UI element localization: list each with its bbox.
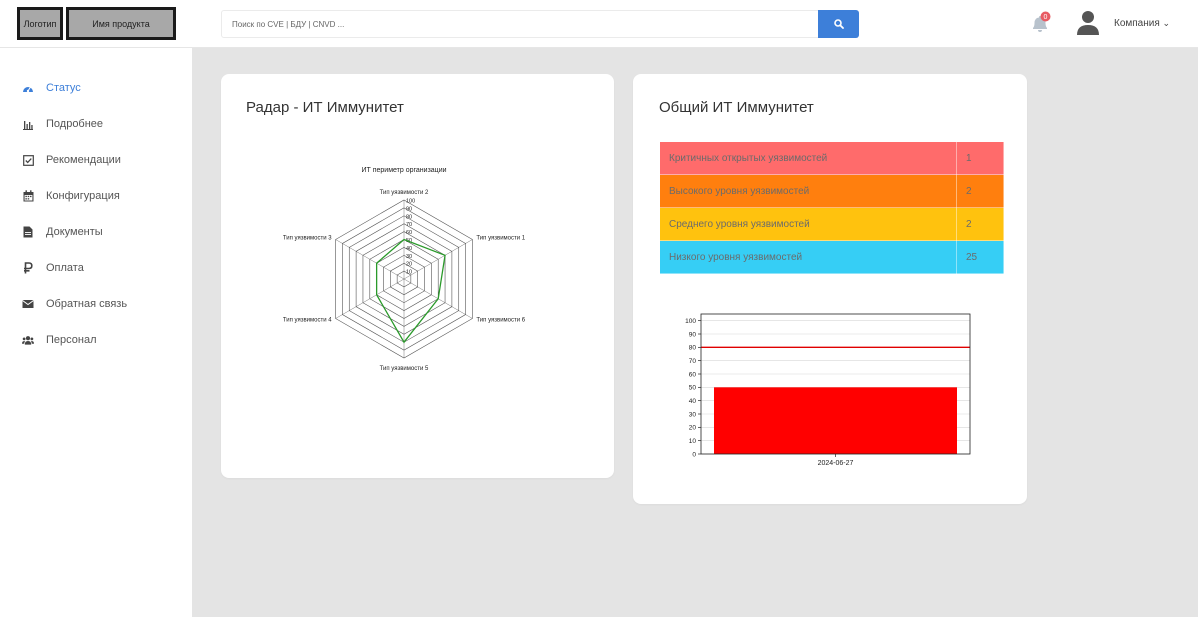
sidebar-item-feedback[interactable]: Обратная связь	[22, 296, 127, 312]
immunity-card-title: Общий ИТ Иммунитет	[659, 99, 814, 116]
high-count: 2	[956, 174, 1004, 208]
product-name-label: Имя продукта	[92, 18, 150, 29]
radar-tick-label: 30	[406, 254, 412, 260]
users-icon	[22, 334, 34, 346]
bar-mark	[714, 387, 957, 454]
user-avatar[interactable]	[1076, 10, 1100, 36]
sidebar-item-documents[interactable]: Документы	[22, 224, 103, 240]
critical-label: Критичных открытых уязвимостей	[659, 141, 957, 175]
search-box	[221, 10, 819, 38]
sidebar-item-payment[interactable]: Оплата	[22, 260, 84, 276]
document-icon	[22, 226, 34, 238]
top-header: Логотип Имя продукта 0 Компания ⌄	[0, 0, 1198, 48]
vulnerability-table: Критичных открытых уязвимостей 1 Высоког…	[659, 141, 1004, 274]
radar-card-title: Радар - ИТ Иммунитет	[246, 99, 404, 116]
high-label: Высокого уровня уязвимостей	[659, 174, 957, 208]
ruble-icon	[22, 262, 34, 274]
medium-label: Среднего уровня уязвимостей	[659, 207, 957, 241]
sidebar: Статус Подробнее Рекомендации Конфигурац…	[0, 48, 192, 617]
bar-y-tick-label: 60	[689, 371, 697, 378]
bar-y-tick-label: 80	[689, 345, 697, 352]
checkbox-icon	[22, 154, 34, 166]
chevron-down-icon: ⌄	[1162, 18, 1171, 28]
search-icon	[833, 19, 844, 29]
company-label: Компания	[1114, 18, 1160, 29]
low-count: 25	[956, 240, 1004, 274]
sidebar-item-recommendations[interactable]: Рекомендации	[22, 152, 121, 168]
user-icon	[1077, 11, 1099, 35]
logo-label: Логотип	[23, 18, 57, 29]
calendar-icon	[22, 190, 34, 202]
radar-tick-label: 100	[406, 199, 415, 205]
radar-title: ИТ периметр организации	[361, 167, 446, 174]
radar-axis-label: Тип уязвимости 6	[476, 318, 525, 324]
sidebar-item-status[interactable]: Статус	[22, 80, 81, 96]
radar-tick-label: 80	[406, 214, 412, 220]
critical-count: 1	[956, 141, 1004, 175]
bar-y-tick-label: 30	[689, 411, 697, 418]
search-input[interactable]	[222, 11, 818, 37]
sidebar-item-label: Рекомендации	[46, 154, 121, 166]
notifications-button[interactable]: 0	[1030, 11, 1051, 35]
table-row-high: Высокого уровня уязвимостей 2	[659, 174, 1004, 208]
bar-chart-icon	[22, 118, 34, 130]
dashboard-icon	[22, 82, 34, 94]
table-row-low: Низкого уровня уязвимостей 25	[659, 240, 1004, 274]
low-label: Низкого уровня уязвимостей	[659, 240, 957, 274]
radar-chart: ИТ периметр организации10203040506070809…	[283, 167, 526, 372]
table-row-critical: Критичных открытых уязвимостей 1	[659, 141, 1004, 175]
sidebar-item-staff[interactable]: Персонал	[22, 332, 97, 348]
radar-axis-label: Тип уязвимости 1	[476, 236, 525, 242]
sidebar-item-configuration[interactable]: Конфигурация	[22, 188, 120, 204]
immunity-bar-chart: 2024-06-27 0 10 20 30 40 50 60 70 80 90 100	[685, 313, 971, 467]
envelope-icon	[22, 298, 34, 310]
sidebar-item-label: Статус	[46, 82, 81, 94]
radar-tick-label: 90	[406, 206, 412, 212]
radar-axis-label: Тип уязвимости 3	[283, 236, 332, 242]
product-name[interactable]: Имя продукта	[66, 7, 176, 40]
bar-y-tick-label: 90	[689, 331, 697, 338]
radar-tick-label: 20	[406, 262, 412, 268]
radar-axis-label: Тип уязвимости 4	[283, 318, 332, 324]
medium-count: 2	[956, 207, 1004, 241]
bar-y-tick-label: 50	[689, 385, 697, 392]
radar-tick-label: 60	[406, 230, 412, 236]
radar-tick-label: 70	[406, 222, 412, 228]
search-button[interactable]	[818, 10, 859, 38]
bar-y-tick-label: 100	[685, 318, 696, 325]
company-menu[interactable]: Компания ⌄	[1114, 18, 1170, 29]
radar-tick-label: 10	[406, 270, 412, 276]
bar-x-tick-label: 2024-06-27	[818, 460, 854, 467]
notification-count: 0	[1044, 14, 1048, 21]
bar-y-tick-label: 70	[689, 358, 697, 365]
sidebar-item-label: Документы	[46, 226, 103, 238]
bar-y-tick-label: 20	[689, 425, 697, 432]
radar-tick-label: 40	[406, 246, 412, 252]
sidebar-item-label: Конфигурация	[46, 190, 120, 202]
notification-badge: 0	[1040, 11, 1051, 22]
sidebar-item-label: Оплата	[46, 262, 84, 274]
bar-y-tick-label: 0	[692, 451, 696, 458]
sidebar-item-label: Обратная связь	[46, 298, 128, 310]
bar-y-tick-label: 10	[689, 438, 697, 445]
radar-axis-label: Тип уязвимости 5	[380, 366, 429, 372]
bar-y-tick-label: 40	[689, 398, 697, 405]
sidebar-item-details[interactable]: Подробнее	[22, 116, 103, 132]
table-row-medium: Среднего уровня уязвимостей 2	[659, 207, 1004, 241]
sidebar-item-label: Подробнее	[46, 118, 104, 130]
logo[interactable]: Логотип	[17, 7, 63, 40]
sidebar-item-label: Персонал	[46, 334, 97, 346]
radar-axis-label: Тип уязвимости 2	[380, 190, 429, 196]
